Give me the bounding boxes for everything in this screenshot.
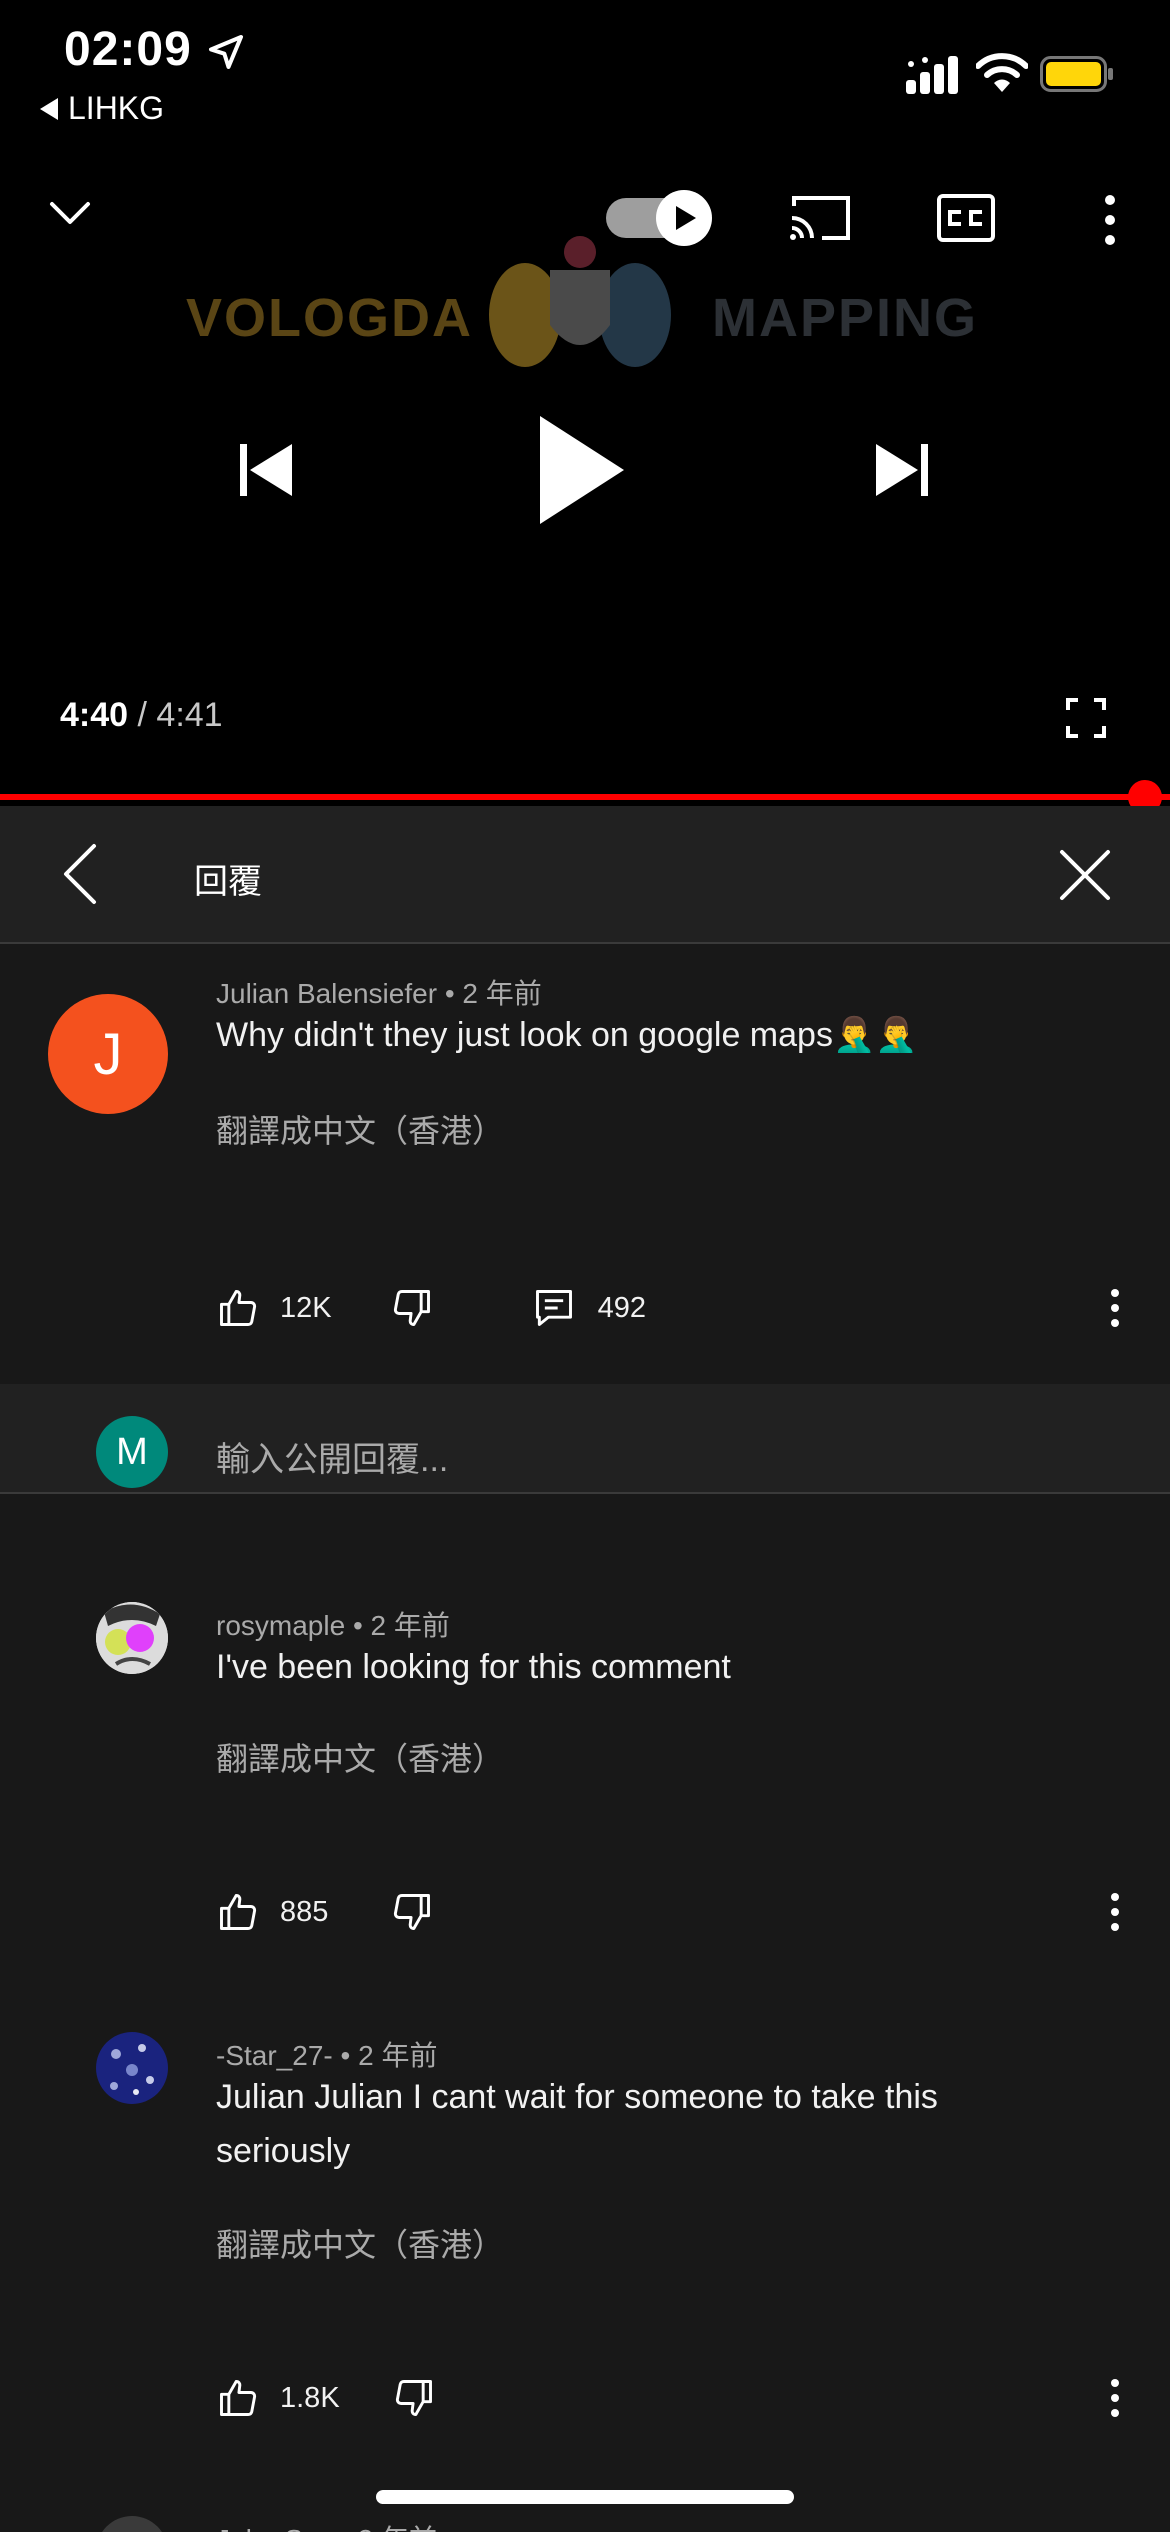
dislike-icon[interactable] (392, 2376, 436, 2420)
status-bar: 02:09 LIHKG (0, 0, 1170, 150)
reply-meta: John Sm... 2 年前 (216, 2518, 437, 2532)
comment-text: Why didn't they just look on google maps… (216, 1016, 918, 1054)
reply-age: 2 年前 (370, 1610, 450, 1641)
avatar[interactable] (96, 2032, 168, 2104)
reply-meta: rosymaple • 2 年前 (216, 1610, 450, 1641)
wifi-icon (976, 53, 1028, 92)
more-options-icon[interactable] (1100, 192, 1120, 248)
back-triangle-icon (40, 97, 58, 120)
reply-meta: -Star_27- • 2 年前 (216, 2040, 438, 2071)
avatar-image-icon (96, 1602, 168, 1674)
back-to-app-button[interactable]: LIHKG (40, 90, 164, 127)
reply-input-row[interactable]: M 輸入公開回覆... (0, 1384, 1170, 1494)
comment-more-icon[interactable] (1109, 1288, 1121, 1328)
reply-actions: 1.8K (216, 2368, 436, 2428)
fullscreen-icon[interactable] (1066, 698, 1106, 738)
play-icon[interactable] (534, 410, 630, 530)
translate-link[interactable]: 翻譯成中文（香港） (216, 2220, 504, 2266)
like-icon[interactable] (216, 1286, 260, 1330)
video-logo-left-text: VOLOGDA (186, 288, 474, 348)
duration: 4:41 (156, 696, 223, 734)
comment-meta: Julian Balensiefer • 2 年前 (216, 978, 542, 1009)
close-icon[interactable] (1058, 848, 1112, 902)
previous-video-icon[interactable] (236, 440, 296, 500)
dislike-icon[interactable] (390, 1286, 434, 1330)
time-separator: / (137, 696, 147, 734)
reply-author[interactable]: -Star_27- (216, 2040, 333, 2071)
dislike-icon[interactable] (390, 1890, 434, 1934)
coat-of-arms-icon (489, 236, 671, 367)
cellular-signal-icon (906, 56, 958, 94)
user-avatar-letter: M (116, 1430, 148, 1473)
autoplay-toggle[interactable] (604, 188, 716, 248)
back-app-label: LIHKG (68, 90, 165, 126)
reply-author[interactable]: rosymaple (216, 1610, 345, 1641)
current-time: 4:40 (60, 696, 129, 734)
captions-icon[interactable] (936, 192, 996, 244)
replies-title: 回覆 (194, 863, 262, 901)
comment-author[interactable]: Julian Balensiefer (216, 978, 437, 1009)
reply-count: 492 (597, 1291, 646, 1324)
replies-header: 回覆 (0, 806, 1170, 944)
battery-icon (1040, 56, 1113, 92)
video-timecode: 4:40 / 4:41 (60, 696, 223, 735)
like-icon[interactable] (216, 1890, 260, 1934)
avatar[interactable] (96, 2516, 168, 2532)
top-comment: J Julian Balensiefer • 2 年前 Why didn't t… (0, 944, 1170, 1384)
progress-bar[interactable] (0, 794, 1170, 800)
like-icon[interactable] (216, 2376, 260, 2420)
next-video-icon[interactable] (872, 440, 932, 500)
avatar[interactable] (96, 1602, 168, 1674)
video-logo-right-text: MAPPING (712, 288, 979, 348)
cast-icon[interactable] (788, 192, 854, 244)
minimize-chevron-icon[interactable] (46, 196, 94, 232)
back-arrow-icon[interactable] (60, 842, 100, 906)
status-time: 02:09 (64, 23, 192, 76)
like-count: 1.8K (280, 2381, 340, 2414)
reply-more-icon[interactable] (1109, 1892, 1121, 1932)
reply-icon[interactable] (532, 1286, 576, 1330)
reply-age: 2 年前 (358, 2040, 438, 2071)
location-arrow-icon (209, 35, 243, 69)
translate-link[interactable]: 翻譯成中文（香港） (216, 1106, 504, 1152)
like-count: 12K (280, 1291, 332, 1324)
reply-text: Julian Julian I cant wait for someone to… (216, 2078, 938, 2170)
comment-actions: 12K 492 (216, 1278, 646, 1338)
comment-age: 2 年前 (462, 978, 542, 1009)
reply-more-icon[interactable] (1109, 2378, 1121, 2418)
reply-text: I've been looking for this comment (216, 1648, 731, 1686)
comment-list: J Julian Balensiefer • 2 年前 Why didn't t… (0, 944, 1170, 2532)
avatar[interactable]: J (48, 994, 168, 1114)
avatar-letter: J (93, 1021, 123, 1087)
reply-actions: 885 (216, 1882, 434, 1942)
like-count: 885 (280, 1895, 329, 1928)
home-indicator (376, 2490, 794, 2504)
reply-input[interactable]: 輸入公開回覆... (216, 1432, 448, 1481)
avatar-image-icon (96, 2032, 168, 2104)
translate-link[interactable]: 翻譯成中文（香港） (216, 1734, 504, 1780)
user-avatar: M (96, 1416, 168, 1488)
